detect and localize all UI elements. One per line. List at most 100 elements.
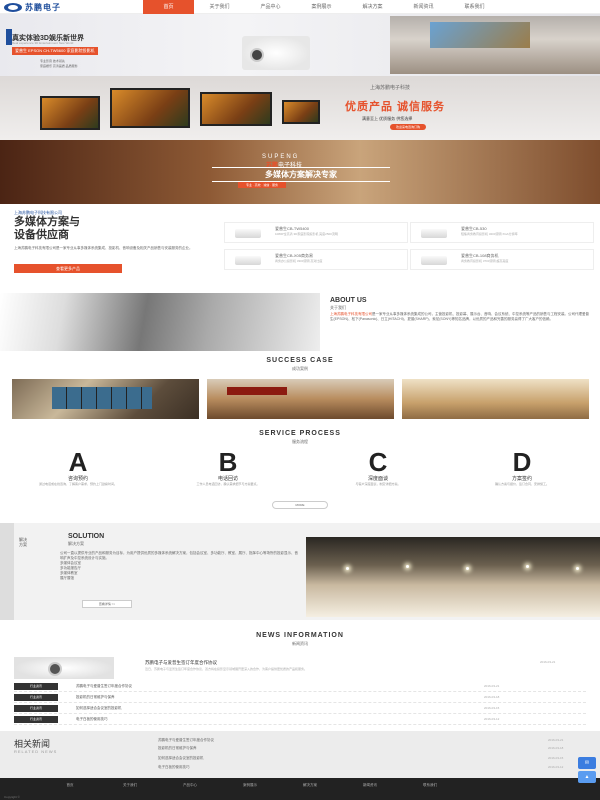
banner2-slogan: 优质产品 诚信服务 [345,101,446,113]
service-title-cn: 服务流程 [292,439,308,444]
ceiling-light [526,565,529,568]
ceiling-light [406,565,409,568]
tv-image [200,92,272,126]
banner-projector[interactable]: 真实体验3D娱乐新世界 Real experience 3D Entertain… [0,14,600,76]
service-more-button[interactable]: MORE [272,501,328,509]
solution-body: 公司一直以提供专业的产品和服务为目标，为用户提供优质的多媒体系统解决方案，包括会… [60,551,298,560]
news-featured-title[interactable]: 苏鹏电子与爱普生签订年度合作协议 [145,660,217,666]
nav-products[interactable]: 产品中心 [245,0,296,14]
case-image[interactable] [12,379,199,419]
news-title[interactable]: 投影机的日常维护与保养 [76,695,115,700]
service-letter: C [368,447,388,477]
product-image [421,229,447,238]
intro-heading: 多媒体方案与 设备供应商 [14,216,80,242]
banner1-red-tag: 爱普生 EPSON CH-TW5600 家庭影院投影机 [12,47,98,55]
banner1-line: 家庭娱乐 高清画质 品质服务 [40,64,78,68]
news-date: 2016-03-12 [484,717,500,721]
footer-nav-item[interactable]: 联系我们 [400,783,460,788]
news-row[interactable]: 行业资讯 苏鹏电子与爱普生签订年度合作协议 2016-03-21 [14,681,586,692]
news-tag: 行业资讯 [14,705,58,712]
nav-news[interactable]: 新闻资讯 [398,0,449,14]
news-title[interactable]: 如何选择适合会议室的投影机 [76,706,122,711]
news-title-cn: 新闻资讯 [292,641,308,646]
service-step-desc: 确认方案与报价，签订合同，安排施工。 [494,482,549,486]
service-step-desc: 通过电话或在线咨询，了解客户需求，预约上门勘察时间。 [38,482,117,486]
footer-nav-item[interactable]: 产品中心 [160,783,220,788]
nav-solutions[interactable]: 解决方案 [347,0,398,14]
about-highlight: 上海苏鹏电子科技有限公司 [330,312,372,316]
nav-cases[interactable]: 案例展示 [296,0,347,14]
related-item[interactable]: 电子白板的使用技巧 [158,765,190,770]
related-date: 2016-03-18 [548,746,564,750]
ceiling-light [346,567,349,570]
banner2-subtitle: 满意至上 优质服务 供您选择 [362,116,413,121]
more-products-button[interactable]: 查看更多产品 [14,264,122,273]
about-title-en: ABOUT US [330,297,367,304]
success-title-cn: 成功案例 [292,366,308,371]
related-item[interactable]: 投影机的日常维护与保养 [158,746,197,751]
news-row[interactable]: 行业资讯 如何选择适合会议室的投影机 2016-03-15 [14,703,586,714]
tv-image [110,88,190,128]
nav-about[interactable]: 关于我们 [194,0,245,14]
intro-heading-line: 多媒体方案与 [14,216,80,228]
product-card[interactable]: 爱普生CB-TW5400 1080P全高清 3D家庭影院投影机 亮度2500流明 [224,222,408,243]
news-title-en: NEWS INFORMATION [256,632,344,639]
news-row[interactable]: 行业资讯 电子白板的使用技巧 2016-03-12 [14,714,586,725]
news-row[interactable]: 行业资讯 投影机的日常维护与保养 2016-03-18 [14,692,586,703]
tv-image [282,100,320,124]
banner-tvs[interactable]: 上海苏鹏电子科技 优质产品 诚信服务 满意至上 优质服务 供您选择 欢迎来电咨询… [0,76,600,140]
solution-details-button[interactable]: 查看详情 >> [82,600,132,608]
solution-list-item: 展厅展馆 [60,576,74,580]
solution-title-cn: 解决方案 [68,541,84,546]
service-letter: B [218,447,238,477]
tv-image [40,96,100,130]
product-desc: 1080P全高清 3D家庭影院投影机 亮度2500流明 [275,232,338,236]
related-date: 2016-03-21 [548,738,564,742]
banner2-button[interactable]: 欢迎来电咨询订购 [390,124,427,130]
news-featured-image[interactable] [14,657,114,679]
success-title-en: SUCCESS CASE [266,357,334,364]
related-item[interactable]: 如何选择适合会议室的投影机 [158,756,204,761]
product-card[interactable]: 爱普生CB-108商务机 商务教育投影机 3700流明 超高亮度 [410,249,594,270]
news-date: 2016-03-15 [484,706,500,710]
main-nav: 首页 关于我们 产品中心 案例展示 解决方案 新闻资讯 联系我们 [143,0,500,14]
footer-nav-item[interactable]: 关于我们 [100,783,160,788]
news-featured-desc: 近日，苏鹏电子与爱普生签订年度合作协议，双方将在投影显示领域展开更深入的合作，为… [145,667,308,671]
nav-contact[interactable]: 联系我们 [449,0,500,14]
footer-nav-item[interactable]: 解决方案 [280,783,340,788]
product-card[interactable]: 爱普生CB-X05商务易 商务办公投影机 3300流明 高对比度 [224,249,408,270]
banner1-subtitle: Real experience 3D Entertainment New Wor… [12,41,74,45]
footer-copyright: Copyright © [4,795,20,799]
video-wall-image [52,387,152,409]
intro-text: 上海苏鹏电子科技有限公司是一家专业从事多媒体系统集成、投影机、音响设备及相关产品… [14,246,193,250]
service-step-title: 咨询预约 [67,476,88,482]
logo[interactable]: 苏鹏电子 [4,2,61,12]
intro-heading-line: 设备供应商 [14,229,69,241]
footer-nav-item[interactable]: 新闻资讯 [340,783,400,788]
news-title[interactable]: 电子白板的使用技巧 [76,717,108,722]
about-building-image [0,293,320,351]
banner-conference[interactable]: SUPENG 苏鹏电子科技 多媒体方案解决专家 专业 · 高效 · 诚信 · 服… [0,140,600,204]
related-title-en: RELATED NEWS [14,749,58,754]
nav-home[interactable]: 首页 [143,0,194,14]
arrow-up-icon[interactable]: ▲ [578,771,596,783]
banner3-tag: 专业 · 高效 · 诚信 · 服务 [238,182,286,188]
service-letter: D [512,447,532,477]
case-image[interactable] [207,379,394,419]
solution-text: 公司一直以提供专业的产品和服务为目标，为用户提供优质的多媒体系统解决方案，包括会… [60,551,300,581]
qq-icon[interactable]: ✉ [578,757,596,769]
ceiling-light [576,567,579,570]
related-item[interactable]: 苏鹏电子与爱普生签订年度合作协议 [158,738,214,743]
footer-nav-item[interactable]: 首页 [40,783,100,788]
case-image[interactable] [402,379,589,419]
news-date: 2016-03-21 [484,684,500,688]
logo-text: 苏鹏电子 [25,2,61,12]
news-title[interactable]: 苏鹏电子与爱普生签订年度合作协议 [76,684,132,689]
page: 苏鹏电子 首页 关于我们 产品中心 案例展示 解决方案 新闻资讯 联系我们 真实… [0,0,600,800]
banner3-title: 多媒体方案解决专家 [212,167,390,182]
product-desc: 商务教育投影机 3700流明 超高亮度 [461,259,509,263]
footer-nav-item[interactable]: 案例展示 [220,783,280,788]
product-card[interactable]: 爱普生CB-530 短焦商务教育投影机 3200流明 XGA分辨率 [410,222,594,243]
solution-title-en: SOLUTION [68,533,105,540]
service-title-en: SERVICE PROCESS [259,430,341,437]
